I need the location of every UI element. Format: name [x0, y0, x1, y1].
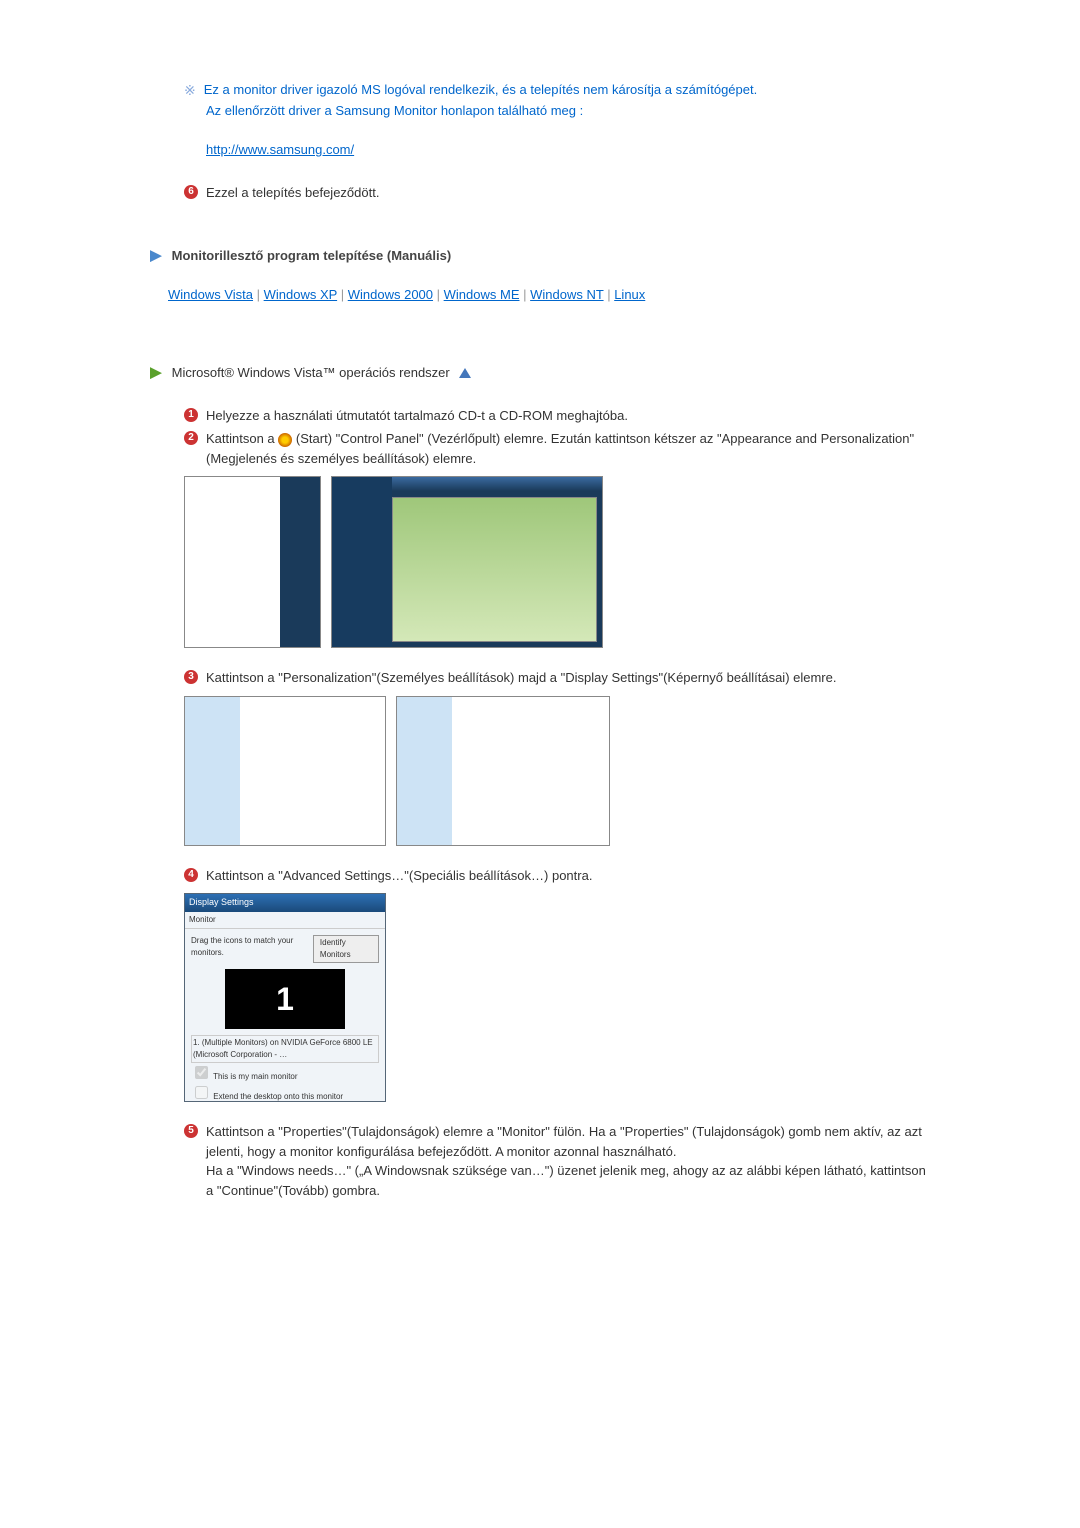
dlg-drag-text: Drag the icons to match your monitors. [191, 935, 313, 963]
screenshot-control-panel [331, 476, 603, 648]
step-badge-3: 3 [184, 670, 198, 684]
step-badge-6: 6 [184, 185, 198, 199]
extend-desktop-checkbox[interactable] [195, 1086, 208, 1099]
note-line-2: Az ellenőrzött driver a Samsung Monitor … [206, 101, 930, 121]
manual-section-header: Monitorillesztő program telepítése (Manu… [150, 246, 930, 266]
step-6-text: Ezzel a telepítés befejeződött. [206, 183, 379, 203]
link-nt[interactable]: Windows NT [530, 287, 603, 302]
step-5-text-b: Ha a "Windows needs…" („A Windowsnak szü… [206, 1163, 926, 1198]
screenshot-personalize-2 [396, 696, 610, 846]
step-badge-4: 4 [184, 868, 198, 882]
link-xp[interactable]: Windows XP [264, 287, 337, 302]
step-badge-1: 1 [184, 408, 198, 422]
link-me[interactable]: Windows ME [444, 287, 520, 302]
step-4-text: Kattintson a "Advanced Settings…"(Speciá… [206, 866, 592, 886]
note-line-1: Ez a monitor driver igazoló MS logóval r… [204, 80, 758, 101]
monitor-preview: 1 [225, 969, 345, 1029]
section-arrow-icon [150, 250, 162, 262]
link-linux[interactable]: Linux [614, 287, 645, 302]
vista-heading-row: Microsoft® Windows Vista™ operációs rend… [150, 363, 930, 383]
start-orb-icon [278, 433, 292, 447]
dlg-tab-monitor[interactable]: Monitor [185, 912, 385, 929]
link-2000[interactable]: Windows 2000 [348, 287, 433, 302]
device-select[interactable]: 1. (Multiple Monitors) on NVIDIA GeForce… [191, 1035, 379, 1063]
dlg-title: Display Settings [185, 894, 385, 912]
step-1-text: Helyezze a használati útmutatót tartalma… [206, 406, 628, 426]
vista-heading: Microsoft® Windows Vista™ operációs rend… [172, 365, 450, 380]
note-glyph: ※ [184, 80, 196, 101]
back-to-top[interactable] [453, 365, 471, 380]
screenshot-display-settings: Display Settings Monitor Drag the icons … [184, 893, 386, 1102]
step-5-text-a: Kattintson a "Properties"(Tulajdonságok)… [206, 1124, 922, 1159]
step-2-text-a: Kattintson a [206, 431, 278, 446]
step-3-text: Kattintson a "Personalization"(Személyes… [206, 668, 836, 688]
green-arrow-icon [150, 367, 162, 379]
identify-monitors-button[interactable]: Identify Monitors [313, 935, 379, 963]
manual-section-title: Monitorillesztő program telepítése (Manu… [172, 248, 452, 263]
link-vista[interactable]: Windows Vista [168, 287, 253, 302]
step-badge-2: 2 [184, 431, 198, 445]
main-monitor-checkbox[interactable] [195, 1066, 208, 1079]
os-link-row: Windows Vista | Windows XP | Windows 200… [168, 285, 930, 305]
step-2-text-b: (Start) "Control Panel" (Vezérlőpult) el… [206, 431, 914, 466]
screenshot-personalize-1 [184, 696, 386, 846]
screenshot-start-menu [184, 476, 321, 648]
samsung-url[interactable]: http://www.samsung.com/ [206, 142, 354, 157]
step-badge-5: 5 [184, 1124, 198, 1138]
